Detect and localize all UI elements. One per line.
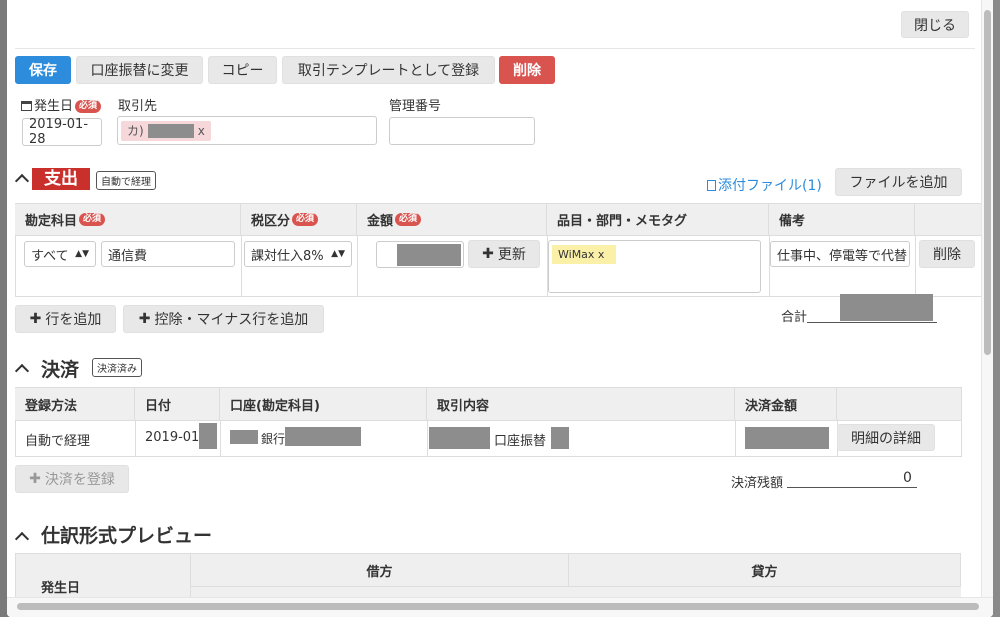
journal-debit-col: 借方 [191,554,569,587]
border [241,236,242,297]
date-label: 発生日 必須 [21,95,102,114]
delete-button[interactable]: 削除 [499,56,555,84]
settlement-table-header: 登録方法 日付 口座(勘定科目) 取引内容 決済金額 [15,387,961,421]
date-input[interactable]: 2019-01-28 [22,117,102,147]
add-row-button[interactable]: ✚ 行を追加 [15,305,116,333]
border [15,456,961,457]
border [961,387,962,457]
plus-icon: ✚ [29,471,41,487]
scrollbar-thumb[interactable] [984,10,991,355]
add-deduction-row-button[interactable]: ✚ 控除・マイナス行を追加 [123,305,324,333]
expense-table-header: 勘定科目 必須 税区分 必須 金額 必須 品目・部門・メモタグ 備考 [15,203,987,236]
collapse-settlement-icon[interactable] [14,362,30,380]
total-label: 合計 [781,310,808,325]
col-tax: 税区分 必須 [241,204,357,235]
auto-entry-badge: 自動で経理 [96,171,156,190]
partner-tag[interactable]: カ) x [121,120,211,141]
note-input[interactable]: 仕事中、停電等で代替 [770,241,910,267]
attachment-link[interactable]: 添付ファイル(1) [707,175,822,195]
redacted-text [147,123,194,138]
balance-value: 0 [903,470,912,486]
journal-credit-col: 貸方 [569,554,961,587]
journal-title: 仕訳形式プレビュー [41,525,213,547]
col-date: 日付 [135,388,220,420]
save-button[interactable]: 保存 [15,56,71,84]
vertical-scrollbar[interactable] [981,0,993,617]
settled-badge: 決済済み [92,358,142,377]
collapse-journal-icon[interactable] [14,530,30,548]
register-settlement-button[interactable]: ✚ 決済を登録 [15,465,129,493]
col-note: 備考 [769,204,915,235]
redacted-text [429,427,490,449]
remove-tag-icon[interactable]: x [198,124,205,138]
wimax-tag[interactable]: WiMax x [552,245,616,264]
select-arrows-icon: ▲▼ [331,249,345,259]
change-to-transfer-button[interactable]: 口座振替に変更 [76,56,203,84]
col-method: 登録方法 [15,388,135,420]
col-settle-amount: 決済金額 [735,388,837,420]
plus-icon: ✚ [482,246,494,262]
amount-input[interactable] [376,241,464,268]
register-template-button[interactable]: 取引テンプレートとして登録 [282,56,495,84]
border [735,421,736,457]
total-underline [807,322,937,323]
update-button[interactable]: ✚ 更新 [468,240,540,268]
manage-number-label: 管理番号 [389,99,442,114]
scrollbar-thumb[interactable] [17,603,979,610]
balance-underline [787,487,917,488]
redacted-amount [745,427,829,449]
settlement-title: 決済 [41,359,80,381]
settle-date: 2019-01- [145,430,205,445]
col-content: 取引内容 [427,388,735,420]
redacted-total [840,294,933,321]
plus-icon: ✚ [29,311,42,327]
copy-button[interactable]: コピー [208,56,277,84]
file-icon [707,180,716,191]
col-account: 口座(勘定科目) [220,388,427,420]
col-item: 品目・部門・メモタグ [547,204,769,235]
border [915,236,916,297]
border [15,421,16,457]
balance-label: 決済残額 [731,476,784,491]
required-badge: 必須 [75,100,102,113]
tax-select[interactable]: 課対仕入8% ▲▼ [244,241,352,267]
settle-account: 銀行 [261,432,286,446]
account-input[interactable]: 通信費 [101,241,235,267]
settle-content: 口座振替 [494,434,547,449]
manage-number-input[interactable] [389,117,535,145]
redacted-text [199,423,217,449]
collapse-expense-icon[interactable] [14,172,30,190]
plus-icon: ✚ [138,311,151,327]
col-account: 勘定科目 必須 [15,204,241,235]
redacted-text [551,427,569,449]
redacted-text [397,244,461,266]
detail-button[interactable]: 明細の詳細 [837,424,935,451]
expense-type-label: 支出 [32,168,90,190]
settle-method: 自動で経理 [25,434,91,449]
border [15,236,16,297]
border [220,421,221,457]
account-filter-select[interactable]: すべて ▲▼ [24,241,96,267]
tag-input[interactable]: WiMax x [548,240,761,293]
border [357,236,358,297]
partner-label: 取引先 [118,99,158,114]
delete-row-button[interactable]: 削除 [919,240,975,268]
select-arrows-icon: ▲▼ [75,249,89,259]
divider [15,48,975,49]
partner-input[interactable]: カ) x [117,116,377,145]
add-file-button[interactable]: ファイルを追加 [835,168,962,196]
col-amount: 金額 必須 [357,204,547,235]
transaction-modal: 閉じる 保存 口座振替に変更 コピー 取引テンプレートとして登録 削除 発生日必… [7,0,993,617]
redacted-text [230,430,258,444]
calendar-icon [21,101,32,111]
redacted-text [285,427,361,446]
border [427,421,428,457]
border [135,421,136,457]
close-button[interactable]: 閉じる [901,11,969,38]
